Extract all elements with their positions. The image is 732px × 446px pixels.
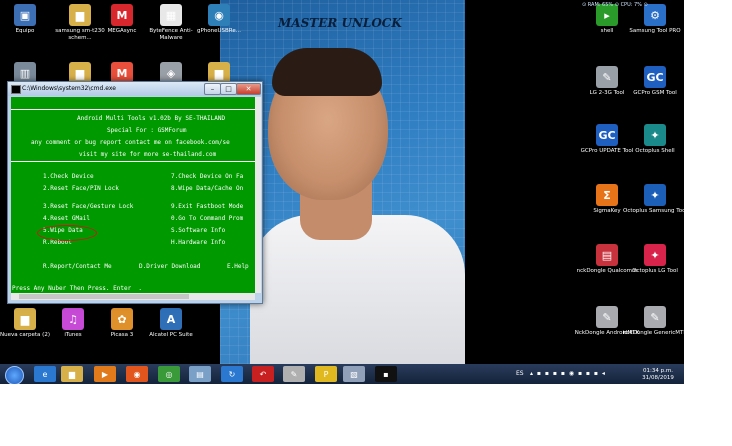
taskbar: e ▆ ▶ ◉ ◎ ▤ ↻ ↶ ✎ P ▧ ▪ ES ▴ ▪ ▪ ▪ ▪ ◉ ▪ ▪ ▪ ◂ 01:3…	[0, 364, 684, 384]
gcpro-update-icon: GC	[596, 124, 618, 146]
console-header-line: visit my site for more se-thailand.com	[79, 151, 217, 158]
vertical-scrollbar[interactable]	[255, 97, 261, 293]
octoplus-lg-icon: ✦	[644, 244, 666, 266]
menu-option: H.Hardware Info	[171, 239, 226, 246]
nck-android-icon: ✎	[596, 306, 618, 328]
docs-icon[interactable]: ▧	[343, 366, 365, 382]
desktop-shortcut-label: gPhoneUSBRe...	[196, 28, 242, 34]
minimize-button[interactable]: –	[204, 83, 221, 95]
console-header-line: any comment or bug report contact me on …	[31, 139, 230, 146]
desktop-shortcut[interactable]: A Alcatel PC Suite	[138, 308, 204, 339]
cmd-console[interactable]: Android Multi Tools v1.02b By SE-THAILAN…	[11, 97, 255, 293]
menu-option: 3.Reset Face/Gesture Lock	[43, 203, 134, 210]
console-header-line: Special For : GSMForum	[107, 127, 187, 134]
picasa-icon: ✿	[111, 308, 133, 330]
cmd-window-icon	[11, 85, 21, 94]
desktop-shortcut[interactable]: ⚙ Samsung Tool PRO	[622, 4, 684, 35]
nck-qualcomm-icon: ▤	[596, 244, 618, 266]
nck-generic-icon: ✎	[644, 306, 666, 328]
desktop-shortcut-label: nckDongle GenericMTK	[623, 330, 684, 336]
desktop: MASTER UNLOCK ▣ Equipo ▆ samsung sm-t230 sc…	[0, 0, 684, 384]
clock-time[interactable]: 01:34 p.m.	[641, 368, 675, 374]
desktop-shortcut-label: Alcatel PC Suite	[149, 332, 193, 338]
console-header-line: Android Multi Tools v1.02b By SE-THAILAN…	[77, 115, 226, 122]
ie-icon[interactable]: e	[34, 366, 56, 382]
menu-option: 1.Check Device	[43, 173, 94, 180]
octoplus-samsung-icon: ✦	[644, 184, 666, 206]
sigmakey-icon: Σ	[596, 184, 618, 206]
desktop-shortcut[interactable]: ✦ Octoplus Samsung Tool	[622, 184, 684, 215]
desktop-shortcut[interactable]: ✦ Octoplus Shell	[622, 124, 684, 155]
media-player-icon[interactable]: ▶	[94, 366, 116, 382]
desktop-shortcut-label: Samsung Tool PRO	[629, 28, 681, 34]
ram-usage: RAM: 65%	[587, 2, 614, 8]
horizontal-scroll-thumb[interactable]	[19, 294, 189, 299]
desktop-shortcut[interactable]: ✦ Octoplus LG Tool	[622, 244, 684, 275]
cpu-usage: CPU: 7%	[620, 2, 642, 8]
gphone-icon: ◉	[208, 4, 230, 26]
start-button[interactable]	[5, 366, 24, 384]
desktop-shortcut-label: GCPro GSM Tool	[633, 90, 677, 96]
menu-option: R.Report/Contact Me	[43, 263, 112, 270]
horizontal-scrollbar[interactable]	[11, 293, 255, 300]
notepad-icon[interactable]: ▤	[189, 366, 211, 382]
desktop-shortcut[interactable]: ✎ nckDongle GenericMTK	[622, 306, 684, 337]
system-monitor-gadget: ⊙ RAM: 65% ⊙ CPU: 7% ⊙	[582, 2, 648, 8]
explorer-icon[interactable]: ▆	[61, 366, 83, 382]
menu-option: D.Driver Download	[139, 263, 201, 270]
folder-icon: ▆	[14, 308, 36, 330]
menu-option: 4.Reset GMail	[43, 215, 90, 222]
menu-option: S.Software Info	[171, 227, 226, 234]
menu-option: 2.Reset Face/PIN Lock	[43, 185, 119, 192]
language-indicator[interactable]: ES	[516, 370, 524, 377]
tray-icons[interactable]: ▴ ▪ ▪ ▪ ▪ ◉ ▪ ▪ ▪ ◂	[530, 370, 606, 377]
gcpro-icon: GC	[644, 66, 666, 88]
pikav-icon[interactable]: P	[315, 366, 337, 382]
wallpaper-title: MASTER UNLOCK	[278, 16, 402, 30]
desktop-shortcut-label: Octoplus Samsung Tool	[623, 208, 684, 214]
wallpaper-person-hair	[272, 48, 382, 96]
paint-icon[interactable]: ✎	[283, 366, 305, 382]
wipe-data-annotation	[37, 225, 97, 241]
menu-option: 0.Go To Command Prom	[171, 215, 244, 222]
desktop-shortcut-label: Octoplus Shell	[635, 148, 675, 154]
cmd-window[interactable]: C:\Windows\system32\cmd.exe – □ ✕ Androi…	[7, 81, 263, 304]
refresh-app-icon[interactable]: ↻	[221, 366, 243, 382]
console-separator	[11, 161, 255, 162]
itunes-icon: ♫	[62, 308, 84, 330]
console-prompt: Press Any Nuber Then Press. Enter .	[12, 285, 143, 292]
cmd-taskbar-icon[interactable]: ▪	[375, 366, 397, 382]
gadget-icon: ⊙	[643, 2, 648, 8]
computer-icon: ▣	[14, 4, 36, 26]
desktop-shortcut[interactable]: ◉ gPhoneUSBRe...	[186, 4, 252, 35]
maximize-button[interactable]: □	[220, 83, 237, 95]
folder-icon: ▆	[69, 4, 91, 26]
bytefence-icon: ▦	[160, 4, 182, 26]
mega-icon: M	[111, 4, 133, 26]
console-separator	[11, 109, 255, 110]
menu-option: E.Help	[227, 263, 249, 270]
close-button[interactable]: ✕	[236, 83, 261, 95]
menu-option: 9.Exit Fastboot Mode	[171, 203, 244, 210]
lg-app-icon[interactable]: ↶	[252, 366, 274, 382]
octoplus-shell-icon: ✦	[644, 124, 666, 146]
menu-option: 8.Wipe Data/Cache On	[171, 185, 244, 192]
chrome-icon[interactable]: ◎	[158, 366, 180, 382]
alcatel-icon: A	[160, 308, 182, 330]
desktop-shortcut[interactable]: GC GCPro GSM Tool	[622, 66, 684, 97]
firefox-icon[interactable]: ◉	[126, 366, 148, 382]
menu-option: 7.Check Device On Fa	[171, 173, 244, 180]
desktop-shortcut-label: Octoplus LG Tool	[632, 268, 678, 274]
clock-date[interactable]: 31/08/2019	[641, 375, 675, 381]
cmd-window-title: C:\Windows\system32\cmd.exe	[22, 85, 116, 92]
lg-tool-icon: ✎	[596, 66, 618, 88]
cmd-titlebar[interactable]: C:\Windows\system32\cmd.exe – □ ✕	[8, 82, 262, 96]
